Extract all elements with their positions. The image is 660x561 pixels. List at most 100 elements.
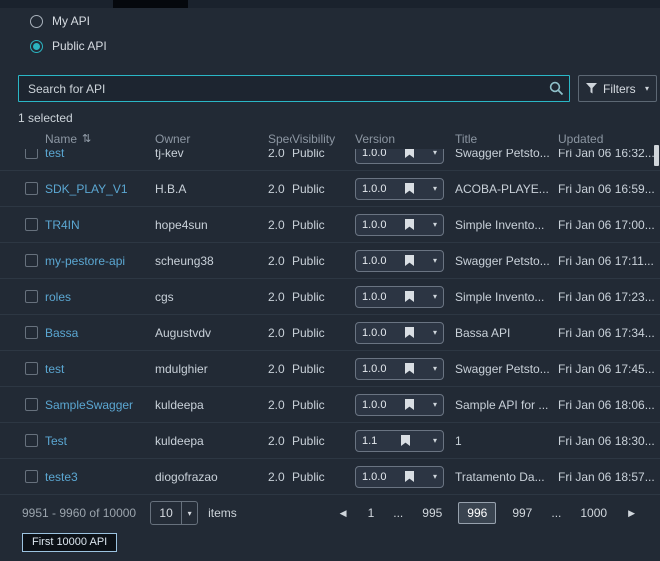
bookmark-icon <box>405 291 415 302</box>
next-page-button[interactable]: ▶ <box>623 508 640 519</box>
chevron-down-icon: ▾ <box>432 292 437 301</box>
api-name-link[interactable]: SampleSwagger <box>45 398 133 412</box>
radio-option-my-api[interactable]: My API <box>30 13 107 29</box>
api-name-link[interactable]: teste3 <box>45 470 78 484</box>
page-button[interactable]: 1000 <box>571 502 616 524</box>
updated-cell: Fri Jan 06 17:34... <box>558 325 655 340</box>
owner-cell: kuldeepa <box>155 397 204 412</box>
column-header-title[interactable]: Title <box>455 132 558 146</box>
version-select[interactable]: 1.0.0 ▾ <box>355 249 444 272</box>
owner-cell: kuldeepa <box>155 433 204 448</box>
visibility-cell: Public <box>292 253 325 268</box>
filters-label: Filters <box>603 81 636 96</box>
spec-cell: 2.0 <box>268 397 285 412</box>
table-header: Name ⇅ Owner Spec Visibility Version Tit… <box>0 128 660 149</box>
version-value: 1.1 <box>362 434 378 447</box>
owner-cell: Augustvdv <box>155 325 212 340</box>
search-icon[interactable] <box>549 81 564 96</box>
api-name-link[interactable]: Bassa <box>45 326 78 340</box>
title-cell: Simple Invento... <box>455 217 545 232</box>
version-value: 1.0.0 <box>362 254 387 267</box>
prev-page-button[interactable]: ◀ <box>335 508 352 519</box>
chevron-down-icon: ▾ <box>644 84 649 93</box>
version-value: 1.0.0 <box>362 326 387 339</box>
updated-cell: Fri Jan 06 18:06... <box>558 397 655 412</box>
table-row: teste3 diogofrazao 2.0 Public 1.0.0 ▾ Tr… <box>0 459 660 495</box>
api-name-link[interactable]: roles <box>45 290 71 304</box>
page-button[interactable]: 997 <box>503 502 541 524</box>
api-name-link[interactable]: test <box>45 362 64 376</box>
title-cell: Swagger Petsto... <box>455 361 550 376</box>
chevron-down-icon: ▾ <box>432 256 437 265</box>
api-table: Name ⇅ Owner Spec Visibility Version Tit… <box>0 128 660 495</box>
chevron-down-icon: ▾ <box>432 220 437 229</box>
row-checkbox[interactable] <box>25 470 38 483</box>
radio-option-public-api[interactable]: Public API <box>30 38 107 54</box>
column-header-visibility[interactable]: Visibility <box>292 132 355 146</box>
column-header-spec[interactable]: Spec <box>268 132 292 146</box>
updated-cell: Fri Jan 06 17:45... <box>558 361 655 376</box>
active-tab[interactable] <box>113 0 188 8</box>
radio-icon <box>30 14 43 28</box>
visibility-cell: Public <box>292 397 325 412</box>
version-select[interactable]: 1.0.0 ▾ <box>355 393 444 416</box>
version-select[interactable]: 1.1 ▾ <box>355 429 444 452</box>
chevron-down-icon: ▾ <box>432 400 437 409</box>
version-select[interactable]: 1.0.0 ▾ <box>355 213 444 236</box>
column-label: Name <box>45 131 78 146</box>
api-name-link[interactable]: SDK_PLAY_V1 <box>45 182 128 196</box>
table-row: TR4IN hope4sun 2.0 Public 1.0.0 ▾ Simple… <box>0 207 660 243</box>
page-button[interactable]: 1 <box>359 502 384 524</box>
owner-cell: diogofrazao <box>155 469 218 484</box>
page-button[interactable]: 996 <box>458 502 497 524</box>
spec-cell: 2.0 <box>268 361 285 376</box>
visibility-cell: Public <box>292 181 325 196</box>
api-name-link[interactable]: my-pestore-api <box>45 254 125 268</box>
bookmark-icon <box>405 471 415 482</box>
row-checkbox[interactable] <box>25 182 38 195</box>
updated-cell: Fri Jan 06 18:30... <box>558 433 655 448</box>
spec-cell: 2.0 <box>268 469 285 484</box>
api-name-link[interactable]: Test <box>45 434 67 448</box>
version-select[interactable]: 1.0.0 ▾ <box>355 465 444 488</box>
row-checkbox[interactable] <box>25 218 38 231</box>
api-scope-radio-group: My API Public API <box>30 13 107 63</box>
bookmark-icon <box>405 399 415 410</box>
pagination-bar: 9951 - 9960 of 10000 10 ▾ items ◀ 1... 99… <box>0 495 660 531</box>
page-size-select[interactable]: 10 ▾ <box>150 501 199 525</box>
filters-button[interactable]: Filters ▾ <box>578 75 657 102</box>
search-input[interactable] <box>18 75 570 102</box>
column-header-owner[interactable]: Owner <box>155 132 268 146</box>
row-checkbox[interactable] <box>25 434 38 447</box>
visibility-cell: Public <box>292 469 325 484</box>
version-select[interactable]: 1.0.0 ▾ <box>355 177 444 200</box>
spec-cell: 2.0 <box>268 181 285 196</box>
row-checkbox[interactable] <box>25 290 38 303</box>
table-row: my-pestore-api scheung38 2.0 Public 1.0.… <box>0 243 660 279</box>
spec-cell: 2.0 <box>268 253 285 268</box>
visibility-cell: Public <box>292 361 325 376</box>
api-name-link[interactable]: TR4IN <box>45 218 80 232</box>
version-select[interactable]: 1.0.0 ▾ <box>355 357 444 380</box>
column-header-version[interactable]: Version <box>355 132 455 146</box>
row-checkbox[interactable] <box>25 398 38 411</box>
spec-cell: 2.0 <box>268 217 285 232</box>
row-checkbox[interactable] <box>25 362 38 375</box>
updated-cell: Fri Jan 06 17:23... <box>558 289 655 304</box>
pager: ◀ 1... 995 996 997... 1000 ▶ <box>335 502 640 524</box>
row-checkbox[interactable] <box>25 326 38 339</box>
column-header-name[interactable]: Name ⇅ <box>45 132 155 146</box>
version-select[interactable]: 1.0.0 ▾ <box>355 321 444 344</box>
table-body: test tj-kev 2.0 Public 1.0.0 ▾ Swagger P… <box>0 135 660 495</box>
row-checkbox[interactable] <box>25 254 38 267</box>
page-list: 1... 995 996 997... 1000 <box>359 502 617 524</box>
page-button[interactable]: 995 <box>413 502 451 524</box>
chevron-down-icon: ▾ <box>187 508 192 518</box>
owner-cell: mdulghier <box>155 361 208 376</box>
radio-label: My API <box>52 14 91 28</box>
title-cell: ACOBA-PLAYE... <box>455 181 549 196</box>
vertical-scrollbar-thumb[interactable] <box>654 145 659 166</box>
column-header-updated[interactable]: Updated <box>558 132 660 146</box>
updated-cell: Fri Jan 06 17:11... <box>558 253 654 268</box>
version-select[interactable]: 1.0.0 ▾ <box>355 285 444 308</box>
